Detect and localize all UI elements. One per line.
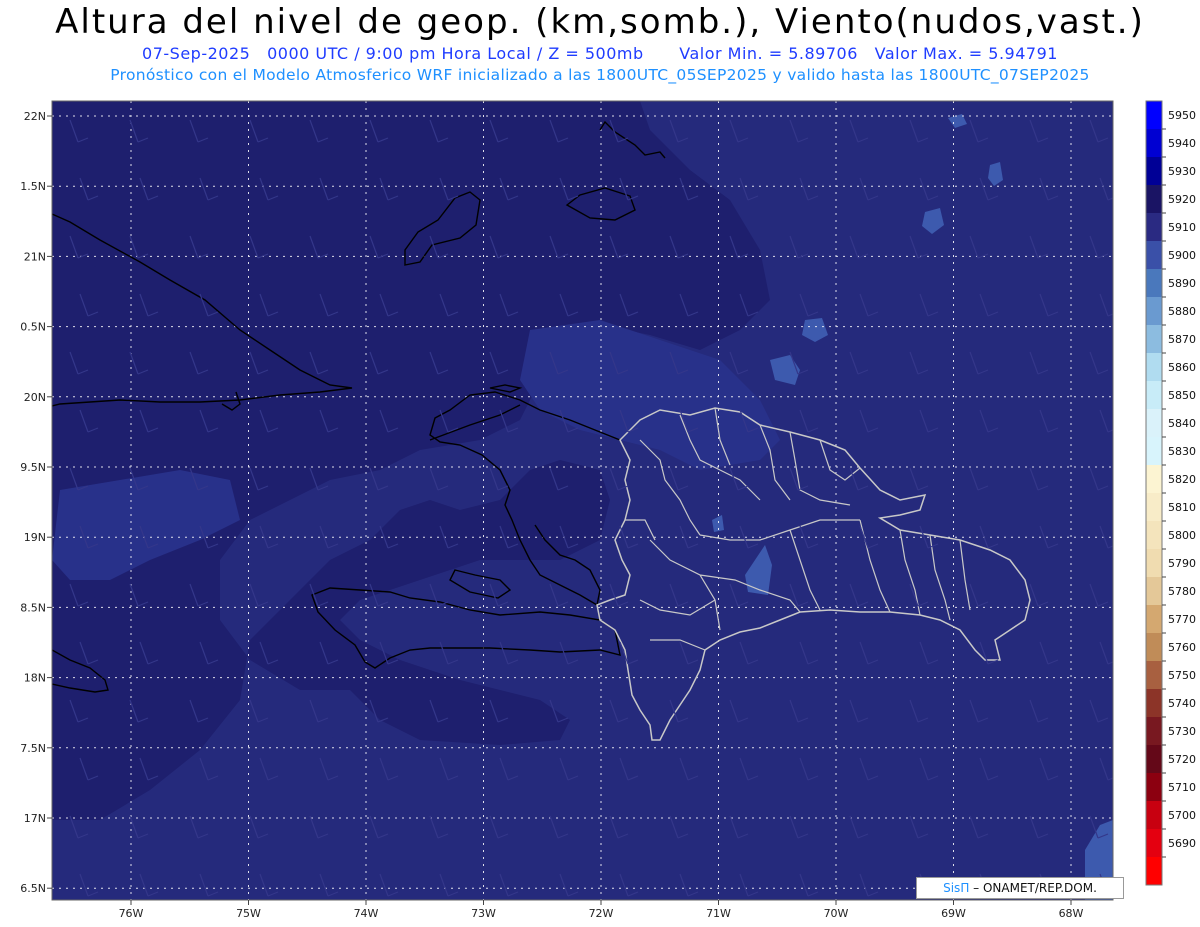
legend-label: 5890: [1168, 277, 1196, 290]
legend-swatch: [1146, 101, 1162, 129]
latitude-label: 0.5N: [20, 321, 46, 334]
legend-label: 5870: [1168, 333, 1196, 346]
legend-label: 5900: [1168, 249, 1196, 262]
latitude-label: 22N: [24, 110, 46, 123]
legend-label: 5750: [1168, 669, 1196, 682]
legend-label: 5710: [1168, 781, 1196, 794]
longitude-label: 68W: [1059, 907, 1084, 920]
legend-swatch: [1146, 241, 1162, 269]
legend-swatch: [1146, 801, 1162, 829]
legend-swatch: [1146, 465, 1162, 493]
legend-label: 5930: [1168, 165, 1196, 178]
legend-swatch: [1146, 745, 1162, 773]
latitude-label: 9.5N: [20, 461, 46, 474]
color-legend: 5950 5940 5930 5920 5910 5900 5890 5880 5870 5860…: [1145, 100, 1196, 886]
legend-swatch: [1146, 297, 1162, 325]
legend-label: 5760: [1168, 641, 1196, 654]
longitude-label: 75W: [236, 907, 261, 920]
legend-swatch: [1146, 605, 1162, 633]
legend-label: 5730: [1168, 725, 1196, 738]
legend-label: 5720: [1168, 753, 1196, 766]
legend-swatch: [1146, 157, 1162, 185]
legend-swatch: [1146, 829, 1162, 857]
legend-label: 5850: [1168, 389, 1196, 402]
legend-swatch: [1146, 269, 1162, 297]
latitude-label: 18N: [24, 672, 46, 685]
legend-label: 5800: [1168, 529, 1196, 542]
legend-label: 5780: [1168, 585, 1196, 598]
latitude-label: 17N: [24, 812, 46, 825]
legend-label: 5740: [1168, 697, 1196, 710]
legend-swatch: [1146, 381, 1162, 409]
latitude-label: 21N: [24, 250, 46, 263]
legend-swatch: [1146, 549, 1162, 577]
legend-swatch: [1146, 661, 1162, 689]
legend-swatch: [1146, 689, 1162, 717]
legend-label: 5940: [1168, 137, 1196, 150]
legend-swatch: [1146, 437, 1162, 465]
longitude-label: 69W: [941, 907, 966, 920]
longitude-label: 72W: [589, 907, 614, 920]
legend-label: 5840: [1168, 417, 1196, 430]
legend-label: 5860: [1168, 361, 1196, 374]
legend-label: 5700: [1168, 809, 1196, 822]
legend-swatch: [1146, 325, 1162, 353]
legend-label: 5770: [1168, 613, 1196, 626]
legend-swatch: [1146, 409, 1162, 437]
map-figure: 22N 1.5N 21N 0.5N 20N 9.5N 19N 8.5N 18N 7.5N 17N 6.…: [20, 100, 1196, 920]
longitude-label: 74W: [354, 907, 379, 920]
legend-swatch: [1146, 185, 1162, 213]
legend-swatch: [1146, 521, 1162, 549]
legend-label: 5910: [1168, 221, 1196, 234]
legend-swatch: [1146, 773, 1162, 801]
latitude-label: 20N: [24, 391, 46, 404]
legend-swatch: [1146, 857, 1162, 885]
credit-box: SisΠ – ONAMET/REP.DOM.: [916, 877, 1124, 899]
longitude-label: 76W: [119, 907, 144, 920]
longitude-label: 70W: [824, 907, 849, 920]
legend-swatch: [1146, 493, 1162, 521]
sispi-logo: SisΠ: [943, 881, 970, 895]
legend-label: 5950: [1168, 109, 1196, 122]
latitude-label: 19N: [24, 531, 46, 544]
legend-swatch: [1146, 577, 1162, 605]
legend-swatch: [1146, 353, 1162, 381]
latitude-label: 7.5N: [20, 742, 46, 755]
legend-label: 5920: [1168, 193, 1196, 206]
latitude-label: 1.5N: [20, 180, 46, 193]
legend-swatch: [1146, 633, 1162, 661]
latitude-label: 6.5N: [20, 882, 46, 895]
latitude-label: 8.5N: [20, 601, 46, 614]
legend-swatch: [1146, 213, 1162, 241]
longitude-label: 71W: [706, 907, 731, 920]
legend-label: 5790: [1168, 557, 1196, 570]
legend-label: 5810: [1168, 501, 1196, 514]
legend-label: 5820: [1168, 473, 1196, 486]
legend-label: 5880: [1168, 305, 1196, 318]
legend-swatch: [1146, 717, 1162, 745]
legend-label: 5830: [1168, 445, 1196, 458]
longitude-label: 73W: [471, 907, 496, 920]
credit-text: – ONAMET/REP.DOM.: [973, 881, 1097, 895]
legend-swatch: [1146, 129, 1162, 157]
legend-label: 5690: [1168, 837, 1196, 850]
